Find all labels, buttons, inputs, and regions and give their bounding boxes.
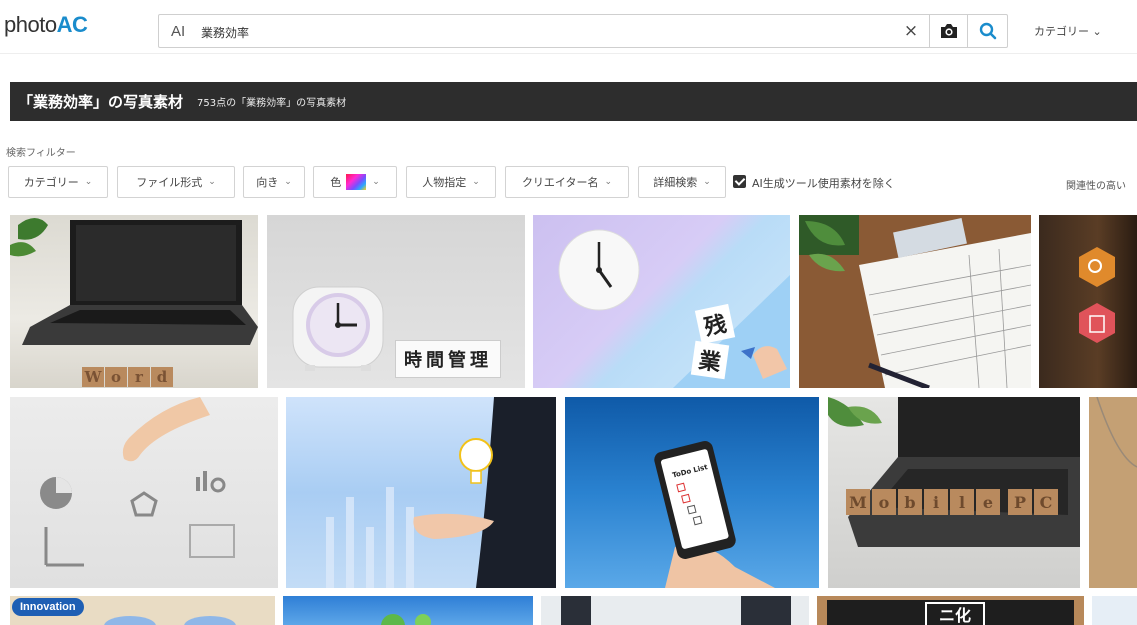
green-scene-illustration [381,614,431,625]
letter-block: W [82,367,104,387]
chevron-down-icon: ⌄ [604,177,613,187]
letter-block: i [924,489,948,515]
letter-block: M [846,489,870,515]
photo-process-chart[interactable] [799,215,1031,388]
chevron-down-icon: ⌄ [84,177,93,187]
camera-icon [940,24,957,38]
filter-orientation[interactable]: 向き ⌄ [243,166,305,198]
letter-block: P [1008,489,1032,515]
chevron-down-icon: ⌄ [284,177,292,187]
photo-green-scene[interactable] [283,596,533,625]
site-header: photoAC AI × カテゴリー ⌄ [0,0,1137,54]
photo-time-management[interactable]: 時間管理 [267,215,525,388]
innovation-illustration [104,616,236,625]
page-title: 「業務効率」の写真素材 [18,93,184,111]
mobile-pc-blocks: M o b i l e P C [846,489,1058,515]
filter-advanced-search[interactable]: 詳細検索 ⌄ [638,166,726,198]
photo-laptop-word[interactable]: W o r d [10,215,258,388]
phone-illustration: ToDo List [654,441,775,588]
site-logo[interactable]: photoAC [4,12,88,38]
filter-category[interactable]: カテゴリー ⌄ [8,166,108,198]
sort-select[interactable]: 関連性の高い [1066,177,1126,192]
photo-innovation[interactable]: Innovation [10,596,275,625]
ai-exclude-checkbox[interactable] [733,175,746,188]
filter-creator[interactable]: クリエイター名 ⌄ [505,166,629,198]
hexagon-icons-illustration [1079,247,1115,343]
chevron-down-icon: ⌄ [208,177,216,187]
results-title-bar: 「業務効率」の写真素材 753点の「業務効率」の写真素材 [10,82,1137,121]
photo-overtime[interactable]: 残 業 [533,215,790,388]
photo-todo-phone[interactable]: ToDo List [565,397,819,588]
filter-section-label: 検索フィルター [6,148,76,159]
clear-search-icon[interactable]: × [901,21,921,41]
letter-block: b [898,489,922,515]
search-icon [979,22,996,40]
time-management-caption: 時間管理 [395,340,501,378]
search-button[interactable] [967,15,1007,47]
letter-block: o [105,367,127,387]
person-illustration [561,596,791,625]
analytics-icons-illustration [40,397,235,567]
photo-business-person[interactable] [541,596,809,625]
color-swatch-icon [346,174,367,190]
photo-partial[interactable] [1092,596,1137,625]
ai-search-tag[interactable]: AI [171,23,185,40]
letter-block: o [872,489,896,515]
search-bar: AI × [158,14,1008,48]
photo-cork-board[interactable] [1089,397,1137,588]
image-search-button[interactable] [929,15,967,47]
photo-analytics-icons[interactable] [10,397,278,588]
kanji-gyo: 業 [690,340,730,380]
idea-illustration [326,397,556,588]
ai-exclude-label[interactable]: AI生成ツール使用素材を除く [752,175,895,191]
search-input[interactable] [201,20,891,44]
letter-block: e [976,489,1000,515]
schedule-sheet-illustration [799,215,1031,388]
letter-block: r [128,367,150,387]
filter-file-format[interactable]: ファイル形式 ⌄ [117,166,235,198]
chevron-down-icon: ⌄ [472,177,480,187]
photo-blackboard[interactable]: ニ化 [817,596,1084,625]
category-menu[interactable]: カテゴリー ⌄ [1034,23,1102,39]
kanji-zan: 残 [694,303,736,345]
photo-business-icons[interactable] [1039,215,1137,388]
chevron-down-icon: ⌄ [703,177,711,187]
photo-idea-bulb[interactable] [286,397,556,588]
results-count: 753点の「業務効率」の写真素材 [197,98,347,109]
filter-color[interactable]: 色 ⌄ [313,166,397,198]
chevron-down-icon: ⌄ [372,177,380,187]
photo-mobile-pc[interactable]: M o b i l e P C [828,397,1080,588]
cork-texture [1096,397,1137,468]
word-blocks: W o r d [82,367,173,387]
blackboard-text: ニ化 [925,602,985,625]
letter-block: C [1034,489,1058,515]
wall-clock-illustration [558,229,790,388]
filter-person[interactable]: 人物指定 ⌄ [406,166,496,198]
letter-block: l [950,489,974,515]
letter-block: d [151,367,173,387]
laptop-illustration [10,218,258,345]
